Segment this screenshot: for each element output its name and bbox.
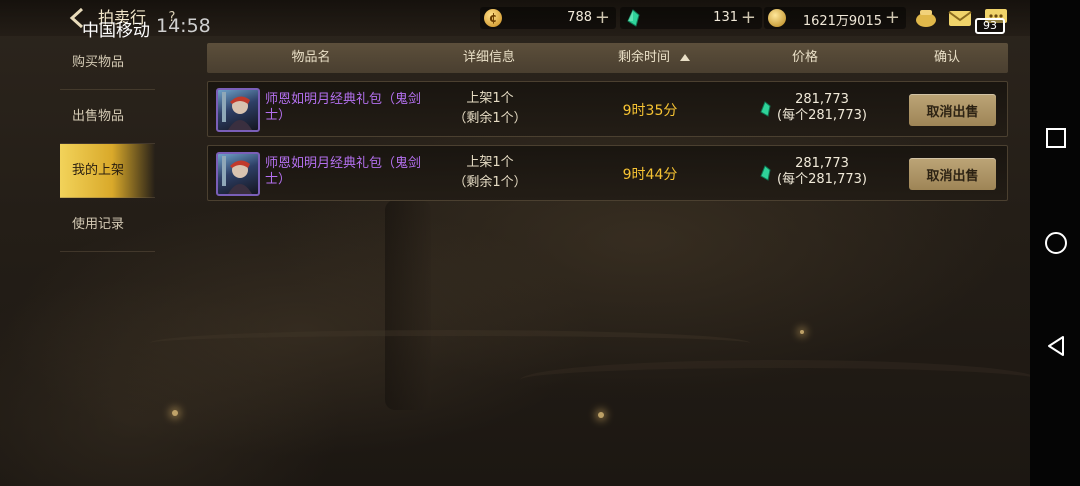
item-icon[interactable] <box>216 152 260 196</box>
sidebar-item-buy[interactable]: 购买物品 <box>60 36 155 90</box>
swordsman-portrait-icon <box>222 92 252 130</box>
listing-remaining: （剩余1个） <box>453 111 527 126</box>
listing-remaining: （剩余1个） <box>453 175 527 190</box>
cancel-sale-button[interactable]: 取消出售 <box>909 158 996 190</box>
listing-quantity: 上架1个 <box>466 155 514 170</box>
listing-detail: 上架1个 （剩余1个） <box>440 89 540 129</box>
back-nav-icon[interactable] <box>1044 334 1068 358</box>
currency-value: 131 <box>713 10 738 25</box>
sort-ascending-icon <box>680 54 690 61</box>
price: 281,773 (每个281,773) <box>768 92 876 124</box>
background-branch <box>150 330 750 356</box>
green-gem-icon <box>627 9 640 27</box>
item-icon[interactable] <box>216 88 260 132</box>
top-bar: 拍卖行 ? ¢ 788 + 131 + 1621万9015 + 93 中国移动 … <box>0 0 1030 41</box>
battery-indicator: 93 <box>975 18 1005 34</box>
total-price: 281,773 <box>795 92 849 107</box>
remaining-time: 9时35分 <box>622 103 678 119</box>
sidebar-item-my-listings[interactable]: 我的上架 <box>60 144 155 198</box>
treasure-pot-icon[interactable] <box>914 8 938 28</box>
gold-coin-icon <box>768 9 786 27</box>
home-icon[interactable] <box>1044 231 1068 255</box>
mail-icon[interactable] <box>948 8 972 28</box>
background-tree-trunk <box>385 200 431 410</box>
column-header-confirm: 确认 <box>933 50 960 65</box>
background-firefly <box>598 412 604 418</box>
column-header-time[interactable]: 剩余时间 <box>599 43 709 73</box>
unit-price: (每个281,773) <box>777 172 867 187</box>
table-row: 师恩如明月经典礼包（鬼剑士） 上架1个 （剩余1个） 9时35分 281,773… <box>207 81 1008 137</box>
background-branch <box>520 360 1040 400</box>
item-name[interactable]: 师恩如明月经典礼包（鬼剑士） <box>265 156 425 188</box>
column-header-time-label: 剩余时间 <box>617 50 670 65</box>
currency-c-coin: ¢ 788 + <box>480 7 616 29</box>
table-row: 师恩如明月经典礼包（鬼剑士） 上架1个 （剩余1个） 9时44分 281,773… <box>207 145 1008 201</box>
background-firefly <box>800 330 804 334</box>
listing-quantity: 上架1个 <box>466 91 514 106</box>
unit-price: (每个281,773) <box>777 108 867 123</box>
column-header-detail[interactable]: 详细信息 <box>439 43 539 73</box>
status-time: 14:58 <box>156 15 211 37</box>
android-nav-bar <box>1030 0 1080 486</box>
column-header-name[interactable]: 物品名 <box>207 43 415 73</box>
add-currency-button[interactable]: + <box>741 7 756 28</box>
sidebar: 购买物品 出售物品 我的上架 使用记录 <box>60 36 155 252</box>
listings-table: 物品名 详细信息 剩余时间 价格 确认 师恩如明月经典礼包（鬼剑士） 上架1个 … <box>207 43 1008 201</box>
currency-value: 1621万9015 <box>802 14 882 29</box>
add-currency-button[interactable]: + <box>595 7 610 28</box>
cancel-sale-button[interactable]: 取消出售 <box>909 94 996 126</box>
listing-detail: 上架1个 （剩余1个） <box>440 153 540 193</box>
price: 281,773 (每个281,773) <box>768 156 876 188</box>
swordsman-portrait-icon <box>222 156 252 194</box>
table-header: 物品名 详细信息 剩余时间 价格 确认 <box>207 43 1008 73</box>
currency-gem: 131 + <box>620 7 762 29</box>
currency-value: 788 <box>567 10 592 25</box>
gold-c-coin-icon: ¢ <box>484 9 502 27</box>
total-price: 281,773 <box>795 156 849 171</box>
currency-gold: 1621万9015 + <box>764 7 906 29</box>
sidebar-item-sell[interactable]: 出售物品 <box>60 90 155 144</box>
remaining-time: 9时44分 <box>622 167 678 183</box>
column-header-price[interactable]: 价格 <box>755 43 855 73</box>
recent-apps-icon[interactable] <box>1044 126 1068 150</box>
background-firefly <box>172 410 178 416</box>
item-name[interactable]: 师恩如明月经典礼包（鬼剑士） <box>265 92 425 124</box>
add-currency-button[interactable]: + <box>885 7 900 28</box>
sidebar-item-history[interactable]: 使用记录 <box>60 198 155 252</box>
